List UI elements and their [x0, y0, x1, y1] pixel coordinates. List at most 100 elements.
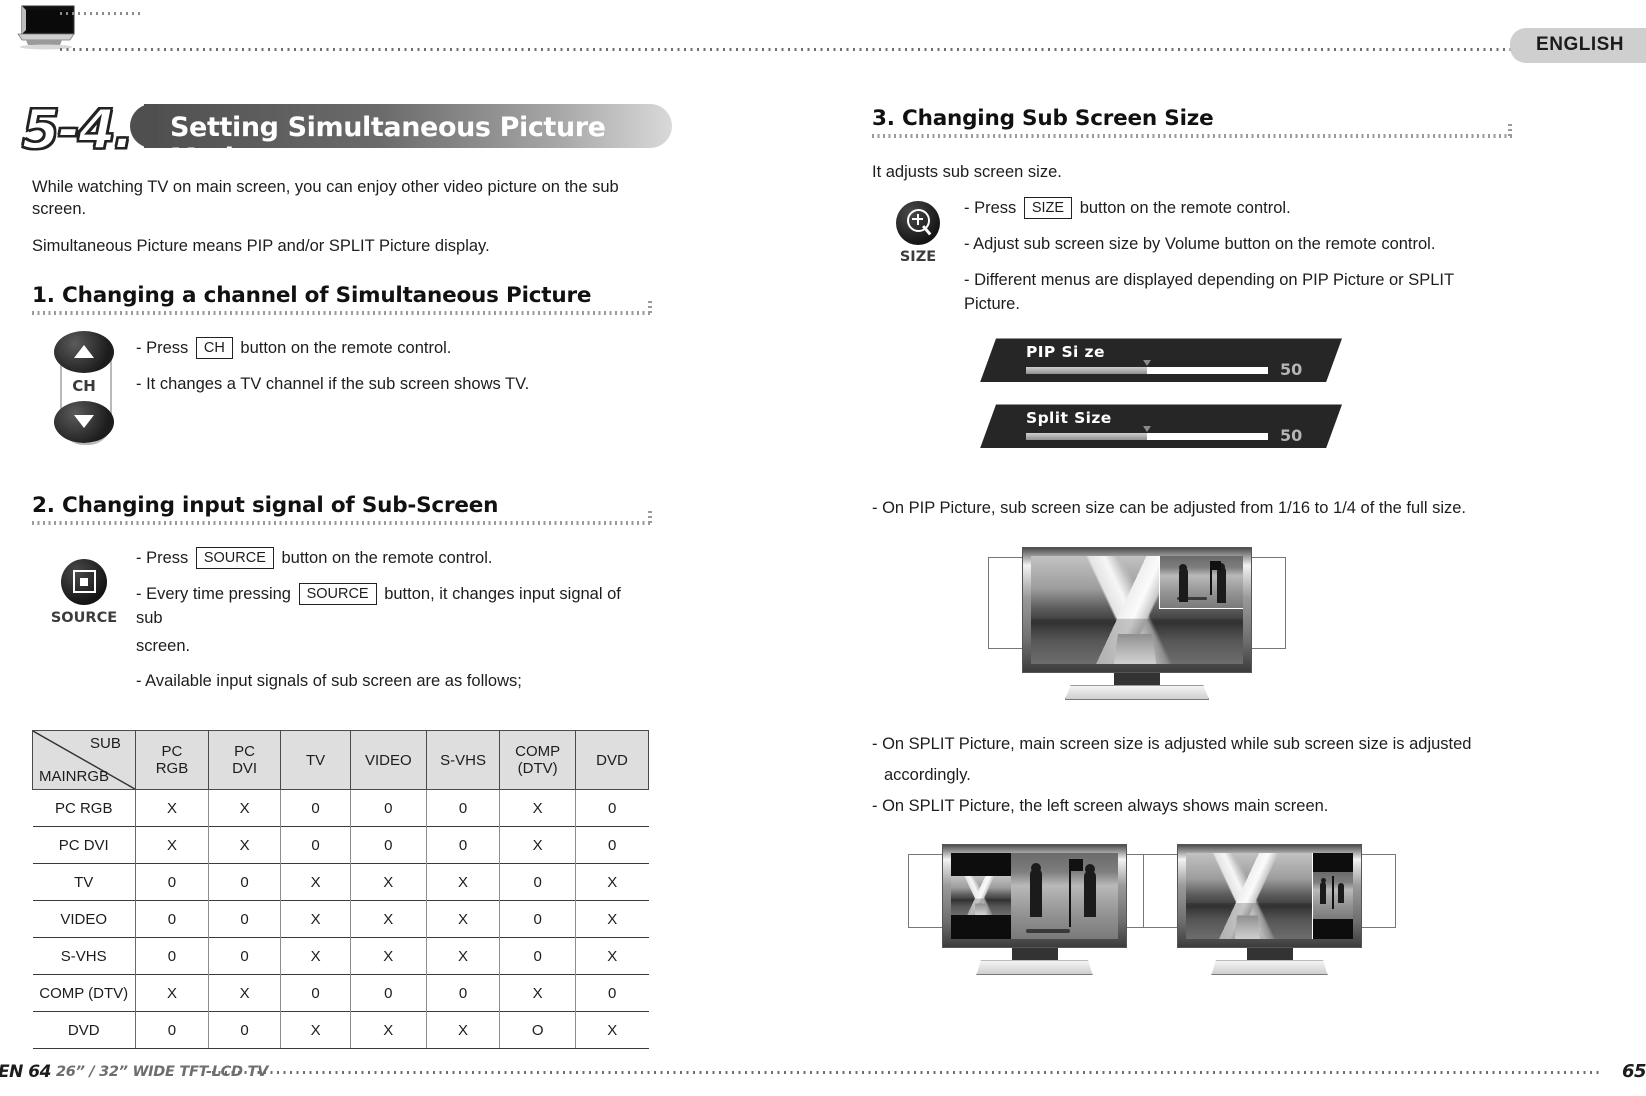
- split-left-bezel: [942, 844, 1127, 949]
- row-label: DVD: [32, 1011, 136, 1050]
- section-1-underline: [32, 310, 652, 315]
- table-cell: 0: [499, 937, 576, 975]
- table-cell: 0: [207, 900, 281, 938]
- section-2-bullet-2: - Every time pressing SOURCE button, it …: [136, 582, 652, 631]
- table-cell: X: [425, 937, 500, 975]
- pip-tv-illustration: [988, 547, 1286, 701]
- table-cell: 0: [207, 1011, 281, 1050]
- golf-flagpole: [1332, 876, 1335, 909]
- section-1-bullet-2: - It changes a TV channel if the sub scr…: [136, 374, 530, 393]
- section-2-end-tick: [648, 510, 652, 525]
- section-3-bullet-1: - Press SIZE button on the remote contro…: [964, 196, 1512, 221]
- tv-wing-left: [988, 557, 1024, 650]
- pip-tv-stand: [1114, 673, 1160, 686]
- input-signal-table: SUB MAINRGB PC RGB PC DVI TV VIDEO S-VHS…: [32, 730, 650, 1050]
- table-col-header: PC DVI: [207, 730, 282, 791]
- table-cell: 0: [499, 900, 576, 938]
- section-3-block: SIZE - Press SIZE button on the remote c…: [872, 193, 1512, 329]
- split-left-base: [976, 960, 1093, 976]
- col-header-line1: S-VHS: [440, 751, 486, 769]
- intro-paragraph: While watching TV on main screen, you ca…: [32, 176, 652, 257]
- split-right-sub-picture: [1313, 872, 1353, 919]
- col-header-line1: TV: [305, 751, 326, 769]
- table-col-header: S-VHS: [425, 730, 501, 791]
- table-corner-sub: SUB: [90, 735, 121, 753]
- table-cell: X: [349, 937, 427, 975]
- table-cell: 0: [349, 826, 427, 864]
- split-left-stand: [1011, 948, 1058, 961]
- osd-split-slider[interactable]: [1026, 426, 1268, 441]
- table-cell: 0: [134, 937, 209, 975]
- row-label: TV: [32, 863, 136, 901]
- section-3-bullet-3: - Different menus are displayed dependin…: [964, 270, 1454, 313]
- split-left-main-area: [951, 853, 1012, 940]
- note-split-2: - On SPLIT Picture, the left screen alwa…: [872, 796, 1329, 815]
- col-header-line1: COMP: [515, 742, 561, 760]
- table-cell: 0: [349, 974, 427, 1012]
- section-2-heading: 2. Changing input signal of Sub-Screen: [32, 493, 652, 525]
- table-cell: X: [574, 863, 649, 901]
- split-right-main-picture: [1186, 853, 1313, 940]
- footer-page-number: 65: [1621, 1061, 1646, 1082]
- table-cell: 0: [207, 863, 281, 901]
- section-1-heading: 1. Changing a channel of Simultaneous Pi…: [32, 283, 652, 315]
- split-left-main-picture: [951, 875, 1012, 916]
- osd-pip-value: 50: [1280, 360, 1303, 380]
- footer-dots: [212, 1071, 1600, 1074]
- table-cell: 0: [349, 789, 427, 827]
- ch-rocker-icon: CH: [52, 330, 116, 445]
- golfer-shadow: [1176, 596, 1207, 600]
- osd-split-title: Split Size: [1026, 409, 1112, 428]
- section-3-icon-column: SIZE: [872, 193, 964, 329]
- section-1-heading-text: 1. Changing a channel of Simultaneous Pi…: [32, 282, 592, 308]
- table-cell: 0: [574, 789, 649, 827]
- split-right-stand: [1246, 948, 1293, 961]
- section-3-end-tick: [1508, 124, 1512, 138]
- section-3-lead: It adjusts sub screen size.: [872, 163, 1062, 181]
- source-key-icon: SOURCE: [49, 558, 119, 626]
- table-row: DVD 0 0 X X X O X: [32, 1011, 649, 1050]
- table-cell: 0: [425, 826, 500, 864]
- table-cell: X: [134, 826, 209, 864]
- col-header-line1: PC: [161, 742, 183, 760]
- table-cell: X: [207, 789, 281, 827]
- size-key-icon: SIZE: [879, 200, 957, 265]
- section-2-underline: [32, 520, 652, 525]
- table-cell: X: [425, 863, 500, 901]
- section-2-bullet-2-cont: screen.: [136, 636, 191, 655]
- note-pip: - On PIP Picture, sub screen size can be…: [872, 499, 1467, 518]
- table-cell: 0: [134, 1011, 209, 1050]
- table-cell: X: [134, 974, 209, 1012]
- table-cell: X: [499, 826, 576, 864]
- split-right-base: [1211, 960, 1328, 976]
- split-left-sub-picture: [1011, 853, 1118, 940]
- table-row: VIDEO 0 0 X X X 0 X: [32, 900, 649, 938]
- osd-split-slider-fill: [1026, 433, 1147, 441]
- source-keycap-1: SOURCE: [195, 546, 274, 569]
- golfer-figure-2: [1216, 566, 1226, 603]
- table-cell: 0: [280, 789, 351, 827]
- intro-line-1: While watching TV on main screen, you ca…: [32, 178, 619, 219]
- language-tab[interactable]: ENGLISH: [1510, 28, 1646, 63]
- section-3-heading: 3. Changing Sub Screen Size: [872, 106, 1512, 138]
- footer-en-page: EN 64: [0, 1062, 51, 1082]
- golfer-figure-2: [1337, 882, 1344, 903]
- chapter-number: 5-4.: [21, 97, 135, 162]
- osd-split-size: Split Size 50: [980, 404, 1342, 449]
- tv-wing-left: [908, 854, 944, 929]
- table-cell: 0: [574, 826, 649, 864]
- table-cell: X: [280, 1011, 351, 1050]
- split-left-screen: [951, 853, 1118, 940]
- table-cell: 0: [134, 900, 209, 938]
- section-1-bullet-1: - Press CH button on the remote control.: [136, 336, 652, 361]
- row-label: S-VHS: [32, 937, 136, 975]
- split-tv-illustrations: [908, 844, 1512, 976]
- table-corner-main: MAINRGB: [39, 767, 110, 785]
- osd-pip-slider[interactable]: [1026, 360, 1268, 375]
- table-header-row: SUB MAINRGB PC RGB PC DVI TV VIDEO S-VHS…: [32, 730, 650, 791]
- size-icon-label: SIZE: [899, 248, 937, 265]
- section-3-underline: [872, 134, 1512, 138]
- source-icon-label: SOURCE: [50, 609, 118, 626]
- tv-wing-right: [1360, 854, 1396, 929]
- chapter-banner: 5-4. Setting Simultaneous Picture Mode: [21, 97, 672, 174]
